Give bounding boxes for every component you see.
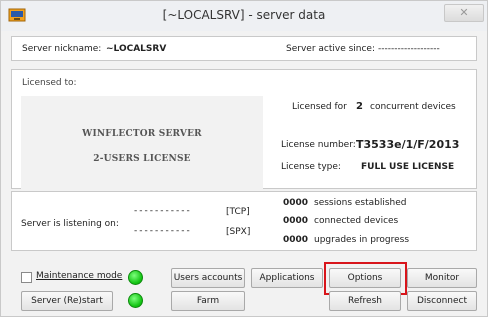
licensed-for-count: 2 <box>356 101 363 112</box>
active-since-label: Server active since: <box>286 44 376 54</box>
license-type-label: License type: <box>281 162 341 172</box>
spx-address: ----------- <box>134 226 192 236</box>
monitor-label: Monitor <box>424 273 460 283</box>
maintenance-label[interactable]: Maintenance mode <box>36 271 122 281</box>
logo-line-2: 2-USERS LICENSE <box>93 154 191 164</box>
close-icon: ✕ <box>459 6 469 19</box>
users-accounts-button[interactable]: Users accounts <box>171 268 245 288</box>
maintenance-status-led <box>128 270 143 285</box>
monitor-button[interactable]: Monitor <box>407 268 477 288</box>
server-info-panel: Server nickname: ~LOCALSRV Server active… <box>11 36 477 61</box>
maintenance-checkbox[interactable] <box>21 272 32 283</box>
disconnect-button[interactable]: Disconnect <box>407 291 477 311</box>
license-number-label: License number: <box>281 140 356 150</box>
licensed-for-prefix: Licensed for <box>292 102 347 112</box>
applications-label: Applications <box>259 273 315 283</box>
server-data-window: [~LOCALSRV] - server data ✕ Server nickn… <box>0 0 488 317</box>
license-type-value: FULL USE LICENSE <box>361 162 455 172</box>
server-status-led <box>128 293 143 308</box>
license-logo: WINFLECTOR SERVER 2-USERS LICENSE <box>21 96 263 201</box>
farm-label: Farm <box>196 296 220 306</box>
users-accounts-label: Users accounts <box>173 273 243 283</box>
server-restart-label: Server (Re)start <box>31 296 103 306</box>
sessions-label: sessions established <box>314 198 407 208</box>
licensed-for-suffix: concurrent devices <box>370 102 456 112</box>
active-since-value: ------------------- <box>378 44 440 54</box>
title-bar[interactable]: [~LOCALSRV] - server data ✕ <box>1 1 487 31</box>
close-button[interactable]: ✕ <box>444 4 484 22</box>
upgrades-label: upgrades in progress <box>314 235 410 245</box>
license-number-value: T3533e/1/F/2013 <box>356 138 460 151</box>
sessions-count: 0000 <box>283 198 309 208</box>
nickname-value: ~LOCALSRV <box>106 44 167 54</box>
refresh-button[interactable]: Refresh <box>329 291 401 311</box>
listening-label: Server is listening on: <box>21 219 119 229</box>
applications-button[interactable]: Applications <box>251 268 323 288</box>
tcp-tag: [TCP] <box>226 207 250 217</box>
farm-button[interactable]: Farm <box>171 291 245 311</box>
licensed-to-label: Licensed to: <box>22 78 77 88</box>
window-title: [~LOCALSRV] - server data <box>162 8 326 22</box>
nickname-label: Server nickname: <box>22 44 102 54</box>
spx-tag: [SPX] <box>226 227 251 237</box>
upgrades-count: 0000 <box>283 235 309 245</box>
devices-label: connected devices <box>314 216 399 226</box>
refresh-label: Refresh <box>348 296 382 306</box>
disconnect-label: Disconnect <box>417 296 467 306</box>
tcp-address: ----------- <box>134 206 192 216</box>
logo-line-1: WINFLECTOR SERVER <box>82 129 202 139</box>
devices-count: 0000 <box>283 216 309 226</box>
server-restart-button[interactable]: Server (Re)start <box>21 291 113 311</box>
